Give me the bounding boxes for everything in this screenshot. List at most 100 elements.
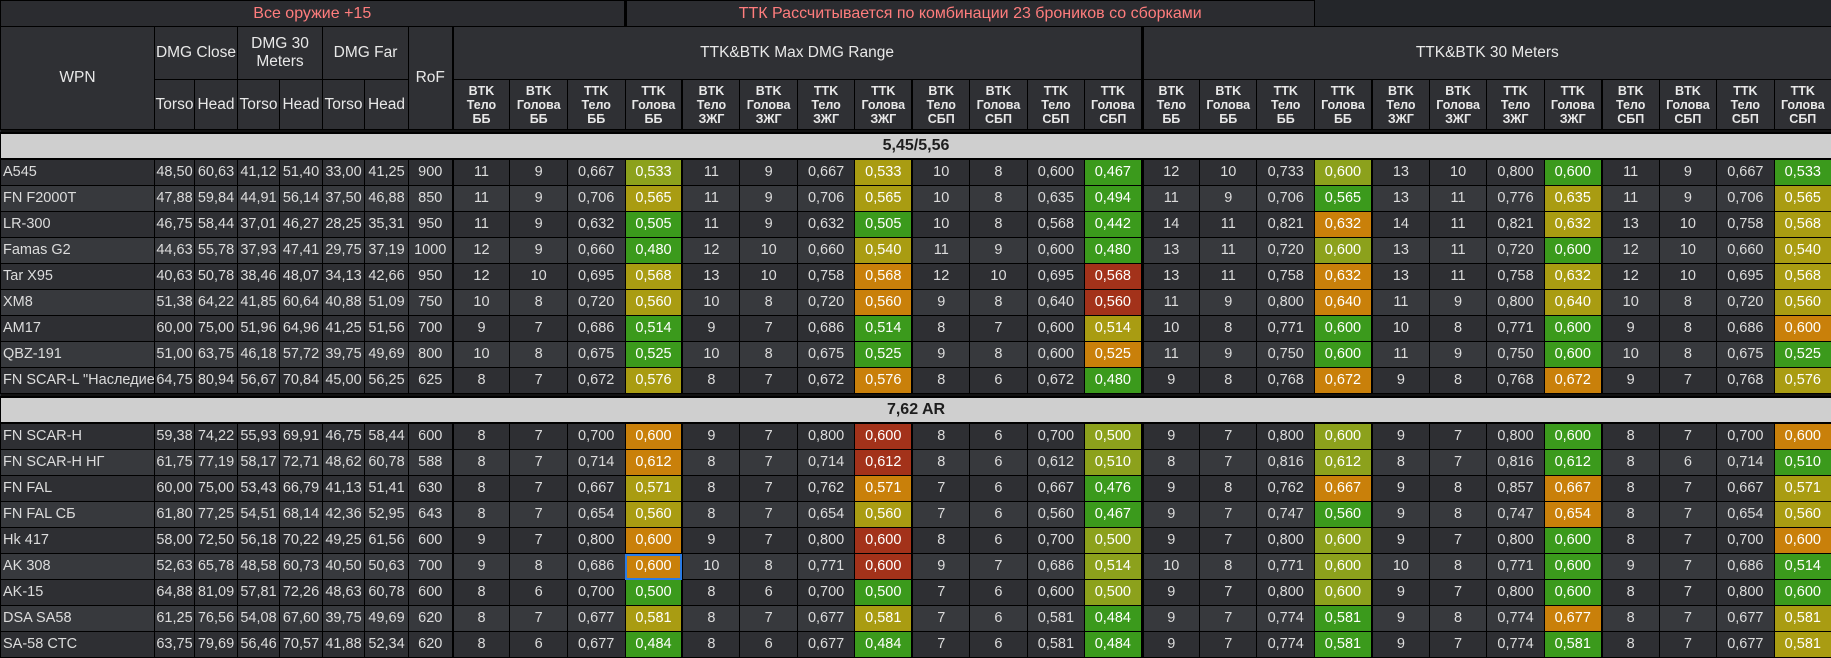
head-30-header[interactable]: Head bbox=[280, 80, 323, 130]
data-cell[interactable]: 0,677 bbox=[1717, 606, 1774, 632]
data-cell[interactable]: 11 bbox=[1372, 342, 1429, 368]
data-cell[interactable]: 53,43 bbox=[238, 476, 280, 502]
data-cell[interactable]: 13 bbox=[1142, 264, 1199, 290]
data-cell[interactable]: 1000 bbox=[409, 238, 453, 264]
data-cell[interactable]: 34,13 bbox=[323, 264, 365, 290]
data-cell[interactable]: 0,514 bbox=[625, 316, 682, 342]
data-cell[interactable]: 0,675 bbox=[567, 342, 625, 368]
data-cell[interactable]: 7 bbox=[912, 606, 969, 632]
data-cell[interactable]: 35,31 bbox=[365, 212, 409, 238]
data-cell[interactable]: 0,565 bbox=[1314, 186, 1371, 212]
data-cell[interactable]: 6 bbox=[970, 423, 1027, 450]
data-cell[interactable]: 9 bbox=[970, 238, 1027, 264]
data-cell[interactable]: 8 bbox=[510, 290, 567, 316]
data-cell[interactable]: 10 bbox=[453, 290, 510, 316]
data-cell[interactable]: 64,88 bbox=[155, 580, 195, 606]
data-cell[interactable]: 6 bbox=[970, 476, 1027, 502]
dmg-30-header[interactable]: DMG 30 Meters bbox=[238, 27, 323, 80]
data-cell[interactable]: 7 bbox=[740, 502, 797, 528]
data-cell[interactable]: 7 bbox=[912, 502, 969, 528]
data-cell[interactable]: 41,85 bbox=[238, 290, 280, 316]
data-cell[interactable]: 8 bbox=[1602, 606, 1659, 632]
weapon-name-cell[interactable]: SA-58 CTC bbox=[1, 632, 155, 658]
data-cell[interactable]: 0,660 bbox=[797, 238, 854, 264]
data-cell[interactable]: 11 bbox=[1200, 212, 1257, 238]
data-cell[interactable]: 52,95 bbox=[365, 502, 409, 528]
data-cell[interactable]: 0,776 bbox=[1487, 186, 1544, 212]
data-cell[interactable]: 9 bbox=[1200, 186, 1257, 212]
data-cell[interactable]: 800 bbox=[409, 342, 453, 368]
sub-header-max-7[interactable]: TTKГоловаЗЖГ bbox=[855, 80, 912, 130]
data-cell[interactable]: 0,771 bbox=[797, 554, 854, 580]
data-cell[interactable]: 7 bbox=[1200, 450, 1257, 476]
data-cell[interactable]: 0,700 bbox=[1027, 528, 1084, 554]
data-cell[interactable]: 74,22 bbox=[195, 423, 238, 450]
data-cell[interactable]: 0,600 bbox=[1027, 342, 1084, 368]
data-cell[interactable]: 60,63 bbox=[195, 159, 238, 186]
data-cell[interactable]: 65,78 bbox=[195, 554, 238, 580]
data-cell[interactable]: 0,800 bbox=[1487, 528, 1544, 554]
data-cell[interactable]: 11 bbox=[1372, 290, 1429, 316]
data-cell[interactable]: 0,720 bbox=[567, 290, 625, 316]
data-cell[interactable]: 8 bbox=[912, 368, 969, 394]
data-cell[interactable]: 700 bbox=[409, 554, 453, 580]
data-cell[interactable]: 8 bbox=[1602, 580, 1659, 606]
data-cell[interactable]: 68,14 bbox=[280, 502, 323, 528]
data-cell[interactable]: 0,600 bbox=[1314, 554, 1371, 580]
data-cell[interactable]: 900 bbox=[409, 159, 453, 186]
data-cell[interactable]: 0,720 bbox=[1487, 238, 1544, 264]
data-cell[interactable]: 58,44 bbox=[195, 212, 238, 238]
data-cell[interactable]: 0,800 bbox=[1257, 423, 1314, 450]
data-cell[interactable]: 8 bbox=[682, 368, 739, 394]
data-cell[interactable]: 8 bbox=[453, 450, 510, 476]
data-cell[interactable]: 12 bbox=[682, 238, 739, 264]
data-cell[interactable]: 0,800 bbox=[1257, 528, 1314, 554]
data-cell[interactable]: 8 bbox=[912, 316, 969, 342]
data-cell[interactable]: 9 bbox=[1372, 528, 1429, 554]
data-cell[interactable]: 9 bbox=[1142, 580, 1199, 606]
data-cell[interactable]: 0,774 bbox=[1257, 632, 1314, 658]
data-cell[interactable]: 8 bbox=[1659, 342, 1716, 368]
data-cell[interactable]: 61,75 bbox=[155, 450, 195, 476]
data-cell[interactable]: 56,25 bbox=[365, 368, 409, 394]
data-cell[interactable]: 0,600 bbox=[1314, 159, 1371, 186]
data-cell[interactable]: 0,612 bbox=[1027, 450, 1084, 476]
data-cell[interactable]: 7 bbox=[510, 423, 567, 450]
data-cell[interactable]: 0,500 bbox=[1085, 423, 1142, 450]
data-cell[interactable]: 0,800 bbox=[1487, 290, 1544, 316]
data-cell[interactable]: 57,72 bbox=[280, 342, 323, 368]
data-cell[interactable]: 0,686 bbox=[1027, 554, 1084, 580]
data-cell[interactable]: 0,686 bbox=[567, 554, 625, 580]
data-cell[interactable]: 64,96 bbox=[280, 316, 323, 342]
data-cell[interactable]: 0,600 bbox=[1027, 159, 1084, 186]
sub-header-30m-8[interactable]: BTKТелоСБП bbox=[1602, 80, 1659, 130]
data-cell[interactable]: 47,88 bbox=[155, 186, 195, 212]
weapon-name-cell[interactable]: AK-15 bbox=[1, 580, 155, 606]
data-cell[interactable]: 10 bbox=[1372, 554, 1429, 580]
data-cell[interactable]: 7 bbox=[1429, 423, 1486, 450]
data-cell[interactable]: 0,800 bbox=[567, 528, 625, 554]
data-cell[interactable]: 0,720 bbox=[1257, 238, 1314, 264]
sub-header-30m-10[interactable]: TTKТелоСБП bbox=[1717, 80, 1774, 130]
data-cell[interactable]: 0,686 bbox=[1717, 316, 1774, 342]
data-cell[interactable]: 8 bbox=[510, 554, 567, 580]
data-cell[interactable]: 44,63 bbox=[155, 238, 195, 264]
data-cell[interactable]: 11 bbox=[682, 186, 739, 212]
data-cell[interactable]: 0,758 bbox=[797, 264, 854, 290]
data-cell[interactable]: 8 bbox=[682, 502, 739, 528]
data-cell[interactable]: 12 bbox=[1142, 159, 1199, 186]
data-cell[interactable]: 70,57 bbox=[280, 632, 323, 658]
data-cell[interactable]: 10 bbox=[1659, 212, 1716, 238]
data-cell[interactable]: 0,581 bbox=[1314, 606, 1371, 632]
data-cell[interactable]: 643 bbox=[409, 502, 453, 528]
data-cell[interactable]: 9 bbox=[510, 212, 567, 238]
data-cell[interactable]: 48,62 bbox=[323, 450, 365, 476]
30m-group-header[interactable]: TTK&BTK 30 Meters bbox=[1142, 27, 1831, 80]
data-cell[interactable]: 0,654 bbox=[797, 502, 854, 528]
data-cell[interactable]: 70,84 bbox=[280, 368, 323, 394]
data-cell[interactable]: 10 bbox=[1659, 238, 1716, 264]
data-cell[interactable]: 0,467 bbox=[1085, 159, 1142, 186]
data-cell[interactable]: 0,654 bbox=[1717, 502, 1774, 528]
data-cell[interactable]: 0,695 bbox=[1717, 264, 1774, 290]
data-cell[interactable]: 47,41 bbox=[280, 238, 323, 264]
